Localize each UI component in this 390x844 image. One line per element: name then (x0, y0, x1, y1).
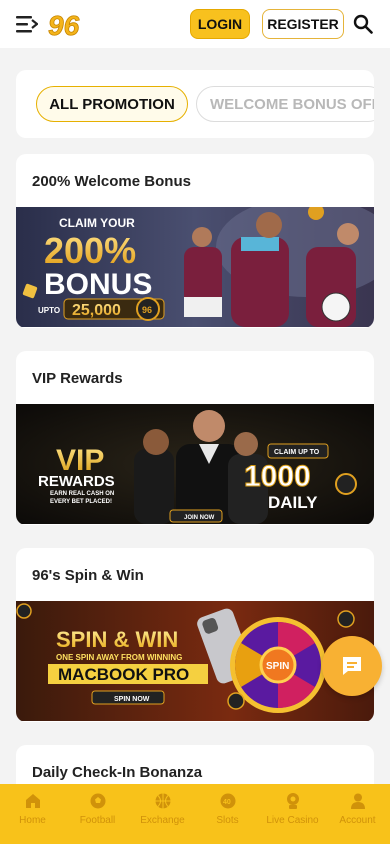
banner-text: MACBOOK PRO (58, 665, 189, 684)
promo-title: 200% Welcome Bonus (32, 173, 191, 190)
top-header: 96 LOGIN REGISTER (0, 0, 390, 48)
login-button[interactable]: LOGIN (190, 9, 250, 39)
chip-text: 96 (142, 305, 152, 315)
promo-card-vip-rewards[interactable]: VIP Rewards VIP REWARDS EARN REAL CASH O… (16, 351, 374, 525)
spin-win-banner[interactable]: SPIN SPIN & WIN ONE SPIN AWAY FROM WINNI… (16, 601, 374, 721)
banner-text: 1000 (244, 460, 311, 493)
logo-text: 96 (48, 10, 80, 40)
promo-title: 96's Spin & Win (32, 567, 144, 584)
nav-label: Football (79, 815, 116, 826)
nav-item-live-casino[interactable]: Live Casino (260, 784, 325, 844)
football-icon (90, 793, 105, 809)
promo-card-spin-win[interactable]: 96's Spin & Win SPIN SPIN & WIN ONE SPIN… (16, 548, 374, 722)
promotion-filter-bar: ALL PROMOTION WELCOME BONUS OFFE (16, 70, 374, 138)
chat-icon (343, 657, 361, 675)
nav-item-exchange[interactable]: Exchange (130, 784, 195, 844)
banner-text: DAILY (268, 493, 318, 512)
nav-label: Live Casino (266, 815, 319, 826)
brand-logo[interactable]: 96 (47, 8, 83, 40)
filter-chip-all-promotion[interactable]: ALL PROMOTION (36, 86, 188, 122)
nav-label: Slots (216, 815, 239, 826)
nav-item-account[interactable]: Account (325, 784, 390, 844)
chat-button[interactable] (322, 636, 382, 696)
banner-text: BONUS (44, 268, 152, 301)
search-icon[interactable] (353, 14, 373, 34)
banner-text: 25,000 (72, 302, 121, 319)
bottom-navigation: Home Football Exchange 40 Slots Live Cas… (0, 784, 390, 844)
live-casino-icon (286, 793, 299, 809)
wheel-text: SPIN (266, 661, 289, 672)
banner-text: ONE SPIN AWAY FROM WINNING (56, 653, 182, 662)
nav-item-home[interactable]: Home (0, 784, 65, 844)
filter-chip-welcome-bonus[interactable]: WELCOME BONUS OFFE (196, 86, 374, 122)
promo-title: Daily Check-In Bonanza (32, 764, 203, 781)
banner-text: CLAIM YOUR (59, 216, 135, 230)
banner-text: CLAIM UP TO (274, 449, 320, 456)
nav-label: Home (19, 815, 46, 826)
banner-text: 200% (44, 230, 136, 271)
banner-text: SPIN & WIN (56, 627, 178, 652)
nav-item-slots[interactable]: 40 Slots (195, 784, 260, 844)
account-icon (350, 793, 365, 809)
promo-title: VIP Rewards (32, 370, 123, 387)
nav-item-football[interactable]: Football (65, 784, 130, 844)
svg-text:40: 40 (223, 799, 231, 806)
menu-icon[interactable] (16, 14, 38, 34)
home-icon (25, 794, 40, 808)
banner-text: REWARDS (38, 473, 115, 490)
banner-text: EARN REAL CASH ON (50, 491, 114, 497)
register-button[interactable]: REGISTER (262, 9, 344, 39)
nav-label: Exchange (140, 815, 185, 826)
basketball-icon (155, 793, 170, 809)
nav-label: Account (339, 815, 376, 826)
welcome-bonus-banner[interactable]: CLAIM YOUR 200% BONUS UPTO 25,000 96 (16, 207, 374, 327)
spin-now-text: SPIN NOW (114, 696, 150, 703)
vip-rewards-banner[interactable]: VIP REWARDS EARN REAL CASH ON EVERY BET … (16, 404, 374, 524)
promo-card-welcome-bonus[interactable]: 200% Welcome Bonus CLAIM YOUR 200% BONUS… (16, 154, 374, 328)
banner-text: EVERY BET PLACED! (50, 499, 112, 505)
slots-icon: 40 (220, 793, 235, 809)
banner-text: UPTO (38, 306, 60, 315)
join-now-text: JOIN NOW (184, 515, 215, 521)
